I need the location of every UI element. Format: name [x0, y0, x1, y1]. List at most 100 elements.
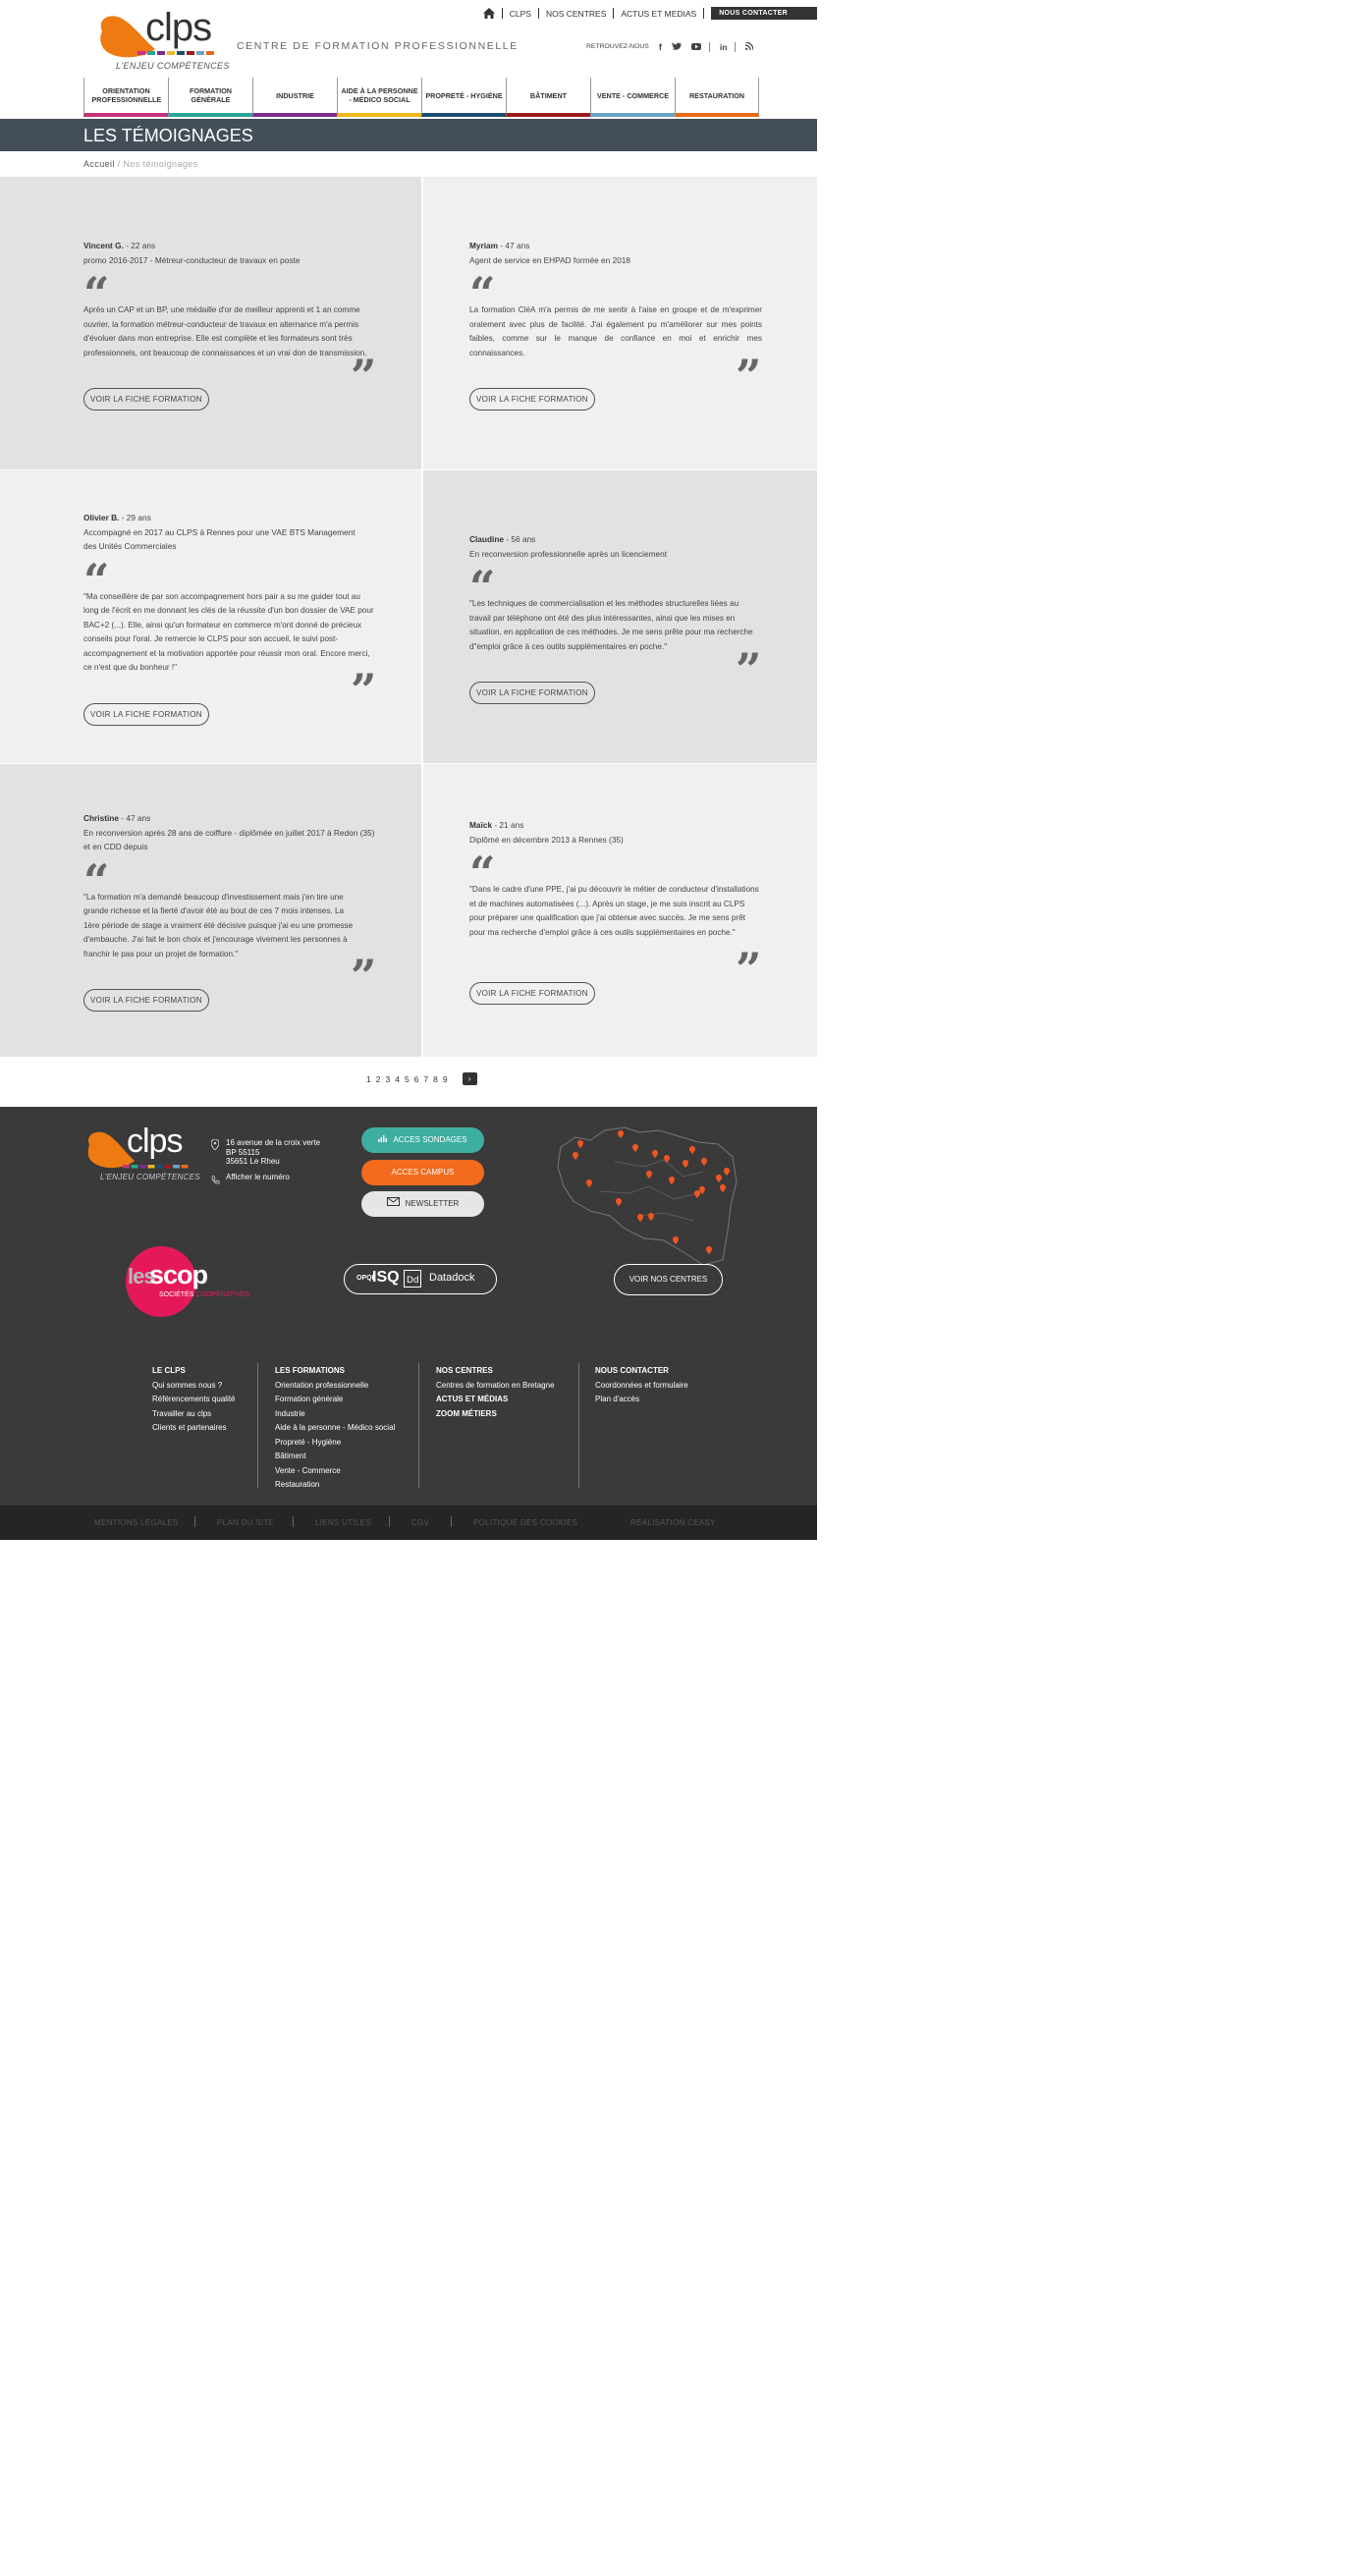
map-marker-icon[interactable]	[724, 1163, 730, 1176]
map-marker-icon[interactable]	[652, 1145, 658, 1158]
footer-link[interactable]: Propreté - Hygiène	[275, 1436, 395, 1451]
nav-label: FORMATION GÉNÉRALE	[190, 86, 232, 104]
topnav-link-actus[interactable]: ACTUS ET MEDIAS	[621, 9, 696, 19]
show-phone-link[interactable]: Afficher le numéro	[226, 1173, 290, 1182]
linkedin-icon[interactable]: in	[720, 42, 728, 52]
isq-datadock-badge[interactable]: OPQF ISQ Dd Datadock	[344, 1264, 497, 1294]
page-link[interactable]: 8	[433, 1074, 438, 1085]
footer-link[interactable]: Plan d'accès	[595, 1393, 688, 1407]
nav-label: RESTAURATION	[688, 90, 745, 100]
footer-link[interactable]: Qui sommes nous ?	[152, 1379, 236, 1394]
top-navigation: CLPS NOS CENTRES ACTUS ET MEDIAS NOUS CO…	[482, 7, 817, 20]
footer-link[interactable]: Centres de formation en Bretagne	[436, 1379, 555, 1394]
campus-access-button[interactable]: ACCES CAMPUS	[361, 1160, 484, 1185]
map-marker-icon[interactable]	[577, 1135, 583, 1148]
facebook-icon[interactable]: f	[659, 42, 662, 52]
datadock-icon: Dd	[404, 1270, 421, 1288]
topnav-link-centres[interactable]: NOS CENTRES	[546, 9, 606, 19]
nav-item-orientation[interactable]: ORIENTATION PROFESSIONNELLE	[83, 78, 168, 117]
footer-link[interactable]: ACTUS ET MÉDIAS	[436, 1393, 555, 1407]
map-marker-icon[interactable]	[716, 1170, 722, 1182]
author-age: - 21 ans	[492, 820, 524, 830]
map-marker-icon[interactable]	[706, 1241, 712, 1254]
page-link[interactable]: 1	[366, 1074, 371, 1085]
footer-link[interactable]: Aide à la personne - Médico social	[275, 1421, 395, 1436]
page-link[interactable]: 9	[443, 1074, 448, 1085]
footer-logo[interactable]: clps L'ENJEU COMPÉTENCES	[83, 1123, 200, 1181]
nav-item-proprete[interactable]: PROPRETÉ - HYGIÈNE	[421, 78, 506, 117]
view-training-button[interactable]: VOIR LA FICHE FORMATION	[83, 388, 209, 411]
map-marker-icon[interactable]	[637, 1209, 643, 1222]
author-name: Olivier B.	[83, 513, 120, 522]
newsletter-button[interactable]: NEWSLETTER	[361, 1191, 484, 1217]
nav-item-vente[interactable]: VENTE - COMMERCE	[590, 78, 675, 117]
map-marker-icon[interactable]	[689, 1141, 695, 1154]
view-training-button[interactable]: VOIR LA FICHE FORMATION	[83, 703, 209, 726]
topnav-link-clps[interactable]: CLPS	[510, 9, 531, 19]
footer-link[interactable]: Clients et partenaires	[152, 1421, 236, 1436]
page-link[interactable]: 3	[385, 1074, 390, 1085]
page-link[interactable]: 4	[395, 1074, 400, 1085]
testimonial-card: Maïck - 21 ans Diplômé en décembre 2013 …	[423, 764, 817, 1057]
map-marker-icon[interactable]	[701, 1153, 707, 1166]
map-marker-icon[interactable]	[616, 1193, 622, 1206]
map-marker-icon[interactable]	[664, 1150, 670, 1163]
view-training-button[interactable]: VOIR LA FICHE FORMATION	[469, 982, 595, 1005]
footer-link[interactable]: Référencements qualité	[152, 1393, 236, 1407]
view-centres-button[interactable]: VOIR NOS CENTRES	[614, 1264, 723, 1295]
footer-link[interactable]: Formation générale	[275, 1393, 395, 1407]
legal-link-plan[interactable]: PLAN DU SITE	[217, 1518, 274, 1527]
les-scop-logo[interactable]: les scop SOCIÉTÉS COOPÉRATIVES	[126, 1246, 249, 1317]
footer-link[interactable]: Industrie	[275, 1407, 395, 1422]
map-marker-icon[interactable]	[618, 1125, 624, 1138]
view-training-button[interactable]: VOIR LA FICHE FORMATION	[469, 388, 595, 411]
survey-access-button[interactable]: ACCES SONDAGES	[361, 1127, 484, 1153]
legal-link-cgv[interactable]: CGV	[411, 1518, 429, 1527]
credit-link[interactable]: RÉALISATION CEASY	[630, 1518, 716, 1527]
page-link[interactable]: 5	[405, 1074, 410, 1085]
legal-link-mentions[interactable]: MENTIONS LÉGALES	[94, 1518, 179, 1527]
map-marker-icon[interactable]	[573, 1147, 578, 1160]
footer-link[interactable]: ZOOM MÉTIERS	[436, 1407, 555, 1422]
footer-link[interactable]: Vente - Commerce	[275, 1464, 395, 1479]
testimonial-quote: La formation CléA m'a permis de me senti…	[469, 305, 762, 357]
footer-link[interactable]: Orientation professionnelle	[275, 1379, 395, 1394]
map-marker-icon[interactable]	[694, 1185, 700, 1198]
brittany-map[interactable]	[556, 1123, 740, 1268]
clps-logo[interactable]: clps L'ENJEU COMPÉTENCES	[94, 6, 229, 71]
footer-link[interactable]: Restauration	[275, 1478, 395, 1493]
twitter-icon[interactable]	[671, 41, 682, 52]
map-marker-icon[interactable]	[669, 1172, 675, 1184]
youtube-icon[interactable]	[690, 41, 701, 52]
legal-link-cookies[interactable]: POLITIQUE DES COOKIES	[473, 1518, 577, 1527]
nav-item-restauration[interactable]: RESTAURATION	[675, 78, 759, 117]
divider	[194, 1516, 195, 1527]
map-marker-icon[interactable]	[673, 1232, 679, 1244]
map-marker-icon[interactable]	[683, 1155, 688, 1168]
nav-item-formation-generale[interactable]: FORMATION GÉNÉRALE	[168, 78, 252, 117]
nav-item-aide-personne[interactable]: AIDE À LA PERSONNE - MÉDICO SOCIAL	[337, 78, 421, 117]
page-link[interactable]: 2	[376, 1074, 381, 1085]
page-link[interactable]: 7	[423, 1074, 428, 1085]
home-icon[interactable]	[482, 8, 495, 19]
legal-link-liens[interactable]: LIENS UTILES	[315, 1518, 371, 1527]
footer-link[interactable]: Bâtiment	[275, 1450, 395, 1464]
rss-icon[interactable]	[745, 40, 755, 52]
svg-text:Dd: Dd	[407, 1276, 419, 1286]
map-marker-icon[interactable]	[720, 1179, 726, 1192]
map-marker-icon[interactable]	[586, 1175, 592, 1187]
footer-link[interactable]: Travailler au clps	[152, 1407, 236, 1422]
view-training-button[interactable]: VOIR LA FICHE FORMATION	[469, 682, 595, 704]
map-marker-icon[interactable]	[648, 1208, 654, 1221]
nav-item-batiment[interactable]: BÂTIMENT	[506, 78, 590, 117]
breadcrumb-home[interactable]: Accueil	[83, 159, 115, 169]
page-link[interactable]: 6	[414, 1074, 419, 1085]
contact-button[interactable]: NOUS CONTACTER	[711, 7, 817, 20]
footer-col-title: NOUS CONTACTER	[595, 1366, 669, 1375]
map-marker-icon[interactable]	[632, 1139, 638, 1152]
view-training-button[interactable]: VOIR LA FICHE FORMATION	[83, 989, 209, 1012]
map-marker-icon[interactable]	[646, 1166, 652, 1178]
nav-item-industrie[interactable]: INDUSTRIE	[252, 78, 337, 117]
footer-link[interactable]: Coordonnées et formulaire	[595, 1379, 688, 1394]
next-page-button[interactable]: ›	[462, 1072, 477, 1085]
